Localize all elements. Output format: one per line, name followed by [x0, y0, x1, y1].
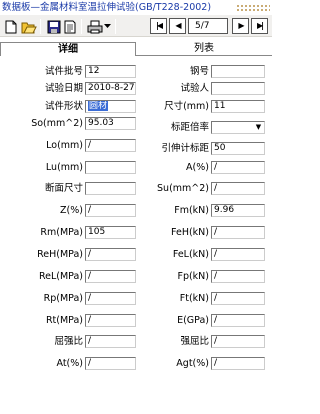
toolbar-separator — [40, 19, 41, 34]
field-rt[interactable]: / — [85, 314, 136, 327]
label-rp: Rp(MPa) — [43, 293, 83, 304]
select-gauge-ratio[interactable]: ▼ — [211, 121, 265, 134]
field-rel[interactable]: / — [85, 270, 136, 283]
first-record-button[interactable]: |◀ — [150, 18, 167, 34]
field-lo[interactable]: / — [85, 139, 136, 152]
label-specimen-batch: 试件批号 — [44, 66, 83, 77]
field-agt[interactable]: / — [211, 357, 265, 370]
field-fp[interactable]: / — [211, 270, 265, 283]
label-ft: Ft(kN) — [179, 293, 209, 304]
label-feh: FeH(kN) — [171, 227, 209, 238]
label-rt: Rt(MPa) — [45, 315, 83, 326]
label-fm: Fm(kN) — [174, 205, 209, 216]
page-indicator: 5/7 — [188, 18, 228, 34]
field-rp[interactable]: / — [85, 292, 136, 305]
field-specimen-shape[interactable]: 圆材 — [85, 100, 136, 113]
field-tester[interactable] — [211, 82, 265, 95]
chevron-down-icon[interactable]: ▼ — [253, 122, 264, 133]
label-z: Z(%) — [60, 205, 83, 216]
field-z[interactable]: / — [85, 204, 136, 217]
toolbar-separator — [81, 19, 82, 34]
label-so: So(mm^2) — [31, 118, 83, 129]
field-at[interactable]: / — [85, 357, 136, 370]
tab-list[interactable]: 列表 — [136, 42, 272, 56]
window-title: 数据板—金属材料室温拉伸试验(GB/T228-2002) — [0, 0, 272, 15]
label-extensometer-gauge: 引伸计标距 — [161, 143, 209, 154]
field-feh[interactable]: / — [211, 226, 265, 239]
label-rel: ReL(MPa) — [38, 271, 83, 282]
field-e[interactable]: / — [211, 314, 265, 327]
label-fp: Fp(kN) — [177, 271, 209, 282]
tab-detail[interactable]: 详细 — [0, 42, 136, 56]
label-strength-ratio: 强屈比 — [180, 336, 209, 347]
field-test-date[interactable]: 2010-8-27 — [85, 82, 136, 95]
toolbar: |◀ ◀ 5/7 ▶ ▶| — [0, 15, 272, 37]
save-icon[interactable] — [46, 19, 62, 34]
print-dropdown-icon[interactable] — [103, 19, 112, 34]
label-lu: Lu(mm) — [45, 162, 83, 173]
last-record-button[interactable]: ▶| — [251, 18, 268, 34]
field-su[interactable]: / — [211, 182, 265, 195]
label-gauge-ratio: 标距倍率 — [170, 122, 209, 133]
label-e: E(GPa) — [177, 315, 209, 326]
preview-icon[interactable] — [62, 19, 78, 34]
next-record-button[interactable]: ▶ — [232, 18, 249, 34]
field-a[interactable]: / — [211, 161, 265, 174]
new-icon[interactable] — [3, 19, 19, 34]
field-lu[interactable] — [85, 161, 136, 174]
field-reh[interactable]: / — [85, 248, 136, 261]
label-agt: Agt(%) — [176, 358, 209, 369]
label-section-size: 断面尺寸 — [44, 183, 83, 194]
detail-panel: 试件批号 12 试验日期 2010-8-27 试件形状 圆材 So(mm^2) … — [0, 56, 272, 414]
field-rm[interactable]: 105 — [85, 226, 136, 239]
label-tester: 试验人 — [180, 83, 209, 94]
label-lo: Lo(mm) — [46, 140, 83, 151]
field-extensometer-gauge[interactable]: 50 — [211, 142, 265, 155]
label-fel: FeL(kN) — [172, 249, 209, 260]
window-title-text: 数据板—金属材料室温拉伸试验(GB/T228-2002) — [2, 2, 212, 13]
label-yield-ratio: 屈强比 — [54, 336, 83, 347]
field-specimen-batch[interactable]: 12 — [85, 65, 136, 78]
field-yield-ratio[interactable]: / — [85, 335, 136, 348]
label-size: 尺寸(mm) — [164, 101, 209, 112]
label-rm: Rm(MPa) — [40, 227, 83, 238]
label-test-date: 试验日期 — [44, 83, 83, 94]
field-section-size[interactable] — [85, 182, 136, 195]
field-fel[interactable]: / — [211, 248, 265, 261]
label-a: A(%) — [186, 162, 209, 173]
label-reh: ReH(MPa) — [37, 249, 83, 260]
label-su: Su(mm^2) — [157, 183, 209, 194]
tab-bar: 详细 列表 — [0, 42, 272, 56]
toolbar-separator — [115, 19, 116, 34]
field-strength-ratio[interactable]: / — [211, 335, 265, 348]
label-at: At(%) — [56, 358, 84, 369]
field-so[interactable]: 95.03 — [85, 117, 136, 130]
grip-icon[interactable] — [236, 4, 270, 11]
label-specimen-shape: 试件形状 — [44, 101, 83, 112]
print-icon[interactable] — [87, 19, 103, 34]
open-icon[interactable] — [21, 19, 37, 34]
field-size[interactable]: 11 — [211, 100, 265, 113]
field-ft[interactable]: / — [211, 292, 265, 305]
field-steel-grade[interactable] — [211, 65, 265, 78]
prev-record-button[interactable]: ◀ — [169, 18, 186, 34]
label-steel-grade: 钢号 — [189, 66, 209, 77]
field-fm[interactable]: 9.96 — [211, 204, 265, 217]
